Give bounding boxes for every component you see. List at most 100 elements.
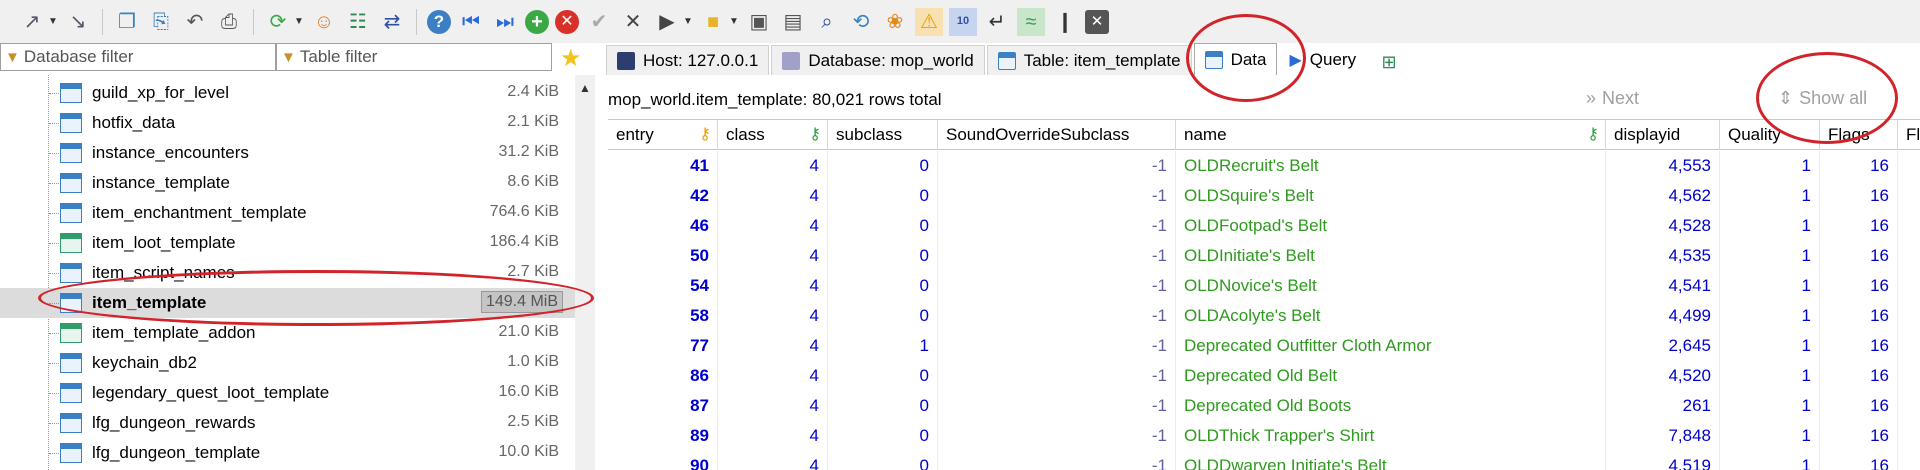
table-cell[interactable]: 4,528 [1606,211,1720,241]
table-cell[interactable]: 1 [1720,391,1820,421]
table-cell[interactable]: 0 [828,391,938,421]
table-cell[interactable]: 1 [1720,421,1820,451]
table-cell[interactable]: 89 [608,421,718,451]
table-cell[interactable]: 0 [828,271,938,301]
table-cell[interactable]: 4 [718,451,828,470]
tree-item[interactable]: item_script_names 2.7 KiB [0,258,575,288]
database-filter-input[interactable]: ▼ Database filter [0,43,276,71]
table-cell[interactable]: -1 [938,301,1176,331]
table-cell[interactable]: 0 [828,241,938,271]
table-cell[interactable]: -1 [938,241,1176,271]
table-row[interactable]: 90 4 0 -1 OLDDwarven Initiate's Belt 4,519 1 16 [608,451,1920,470]
next-button[interactable]: » Next [1586,88,1639,109]
table-cell[interactable]: 4 [718,271,828,301]
column-header[interactable]: subclass [828,120,938,150]
favorites-star-icon[interactable]: ★ [560,44,582,73]
tree-item[interactable]: item_template 149.4 MiB [0,288,575,318]
paste-icon[interactable]: ⎘ [147,8,175,36]
table-cell[interactable]: OLDRecruit's Belt [1176,151,1606,181]
new-query-tab-icon[interactable]: ⊞ [1376,49,1402,75]
table-cell[interactable]: 1 [828,331,938,361]
table-cell[interactable]: 16 [1820,361,1898,391]
table-cell[interactable]: -1 [938,331,1176,361]
table-cell[interactable]: -1 [938,361,1176,391]
table-cell[interactable]: Deprecated Outfitter Cloth Armor [1176,331,1606,361]
tree-item[interactable]: hotfix_data 2.1 KiB [0,108,575,138]
chevron-down-icon[interactable]: ▼ [683,8,693,36]
table-cell[interactable]: OLDFootpad's Belt [1176,211,1606,241]
table-cell[interactable]: 4 [718,391,828,421]
tree-item[interactable]: item_loot_template 186.4 KiB [0,228,575,258]
table-cell[interactable]: 16 [1820,451,1898,470]
table-cell[interactable]: -1 [938,451,1176,470]
table-cell[interactable]: 86 [608,361,718,391]
table-cell[interactable]: 16 [1820,241,1898,271]
tree-scrollbar[interactable]: ▲ [575,75,595,470]
scroll-up-icon[interactable]: ▲ [579,81,591,95]
tree-item[interactable]: legendary_quest_loot_template 16.0 KiB [0,378,575,408]
table-cell[interactable]: 0 [828,451,938,470]
table-cell[interactable]: 2,645 [1606,331,1720,361]
table-row[interactable]: 50 4 0 -1 OLDInitiate's Belt 4,535 1 16 [608,241,1920,271]
disconnect-icon[interactable]: ↘ [64,8,92,36]
user-manager-icon[interactable]: ☺ [310,8,338,36]
table-cell[interactable]: -1 [938,151,1176,181]
table-row[interactable]: 41 4 0 -1 OLDRecruit's Belt 4,553 1 16 [608,151,1920,181]
table-cell[interactable]: 16 [1820,391,1898,421]
table-cell[interactable]: 1 [1720,181,1820,211]
table-row[interactable]: 87 4 0 -1 Deprecated Old Boots 261 1 16 [608,391,1920,421]
table-cell[interactable]: 4 [718,211,828,241]
table-cell[interactable]: Deprecated Old Boots [1176,391,1606,421]
tab-table[interactable]: Table: item_template [986,45,1192,75]
clear-icon[interactable]: ❀ [881,8,909,36]
tab-data[interactable]: Data [1193,43,1278,75]
table-cell[interactable]: 41 [608,151,718,181]
tree-item[interactable]: item_enchantment_template 764.6 KiB [0,198,575,228]
table-cell[interactable]: 1 [1720,271,1820,301]
wrap-icon[interactable]: ↵ [983,8,1011,36]
delete-icon[interactable]: ✕ [555,9,579,34]
table-cell[interactable]: 0 [828,181,938,211]
table-cell[interactable]: OLDDwarven Initiate's Belt [1176,451,1606,470]
print-icon[interactable]: ⎙ [215,8,243,36]
save-icon[interactable]: ▣ [745,8,773,36]
tab-query[interactable]: ▶ Query [1279,45,1366,75]
table-cell[interactable]: 4,520 [1606,361,1720,391]
tab-host[interactable]: Host: 127.0.0.1 [606,45,770,75]
table-cell[interactable]: 4 [718,421,828,451]
cancel-icon[interactable]: ✕ [619,8,647,36]
column-header[interactable]: Flags [1820,120,1898,150]
column-header[interactable]: displayid [1606,120,1720,150]
table-cell[interactable]: 0 [828,211,938,241]
table-filter-input[interactable]: ▼ Table filter [276,43,552,71]
table-cell[interactable]: -1 [938,391,1176,421]
table-cell[interactable]: 0 [828,361,938,391]
column-header[interactable]: Fla [1898,120,1920,150]
table-cell[interactable]: 4 [718,181,828,211]
table-cell[interactable]: 4,562 [1606,181,1720,211]
table-cell[interactable]: OLDSquire's Belt [1176,181,1606,211]
first-icon[interactable]: ⏮ [457,8,485,36]
table-cell[interactable]: 4,553 [1606,151,1720,181]
table-cell[interactable]: -1 [938,271,1176,301]
table-cell[interactable]: 4 [718,301,828,331]
table-cell[interactable]: 1 [1720,301,1820,331]
table-cell[interactable]: 58 [608,301,718,331]
table-cell[interactable]: 16 [1820,151,1898,181]
column-header[interactable]: class ⚷ [718,120,828,150]
copy-icon[interactable]: ❐ [113,8,141,36]
table-cell[interactable]: 46 [608,211,718,241]
table-row[interactable]: 89 4 0 -1 OLDThick Trapper's Shirt 7,848 1 16 [608,421,1920,451]
stop-icon[interactable]: ✕ [1085,9,1109,34]
table-row[interactable]: 86 4 0 -1 Deprecated Old Belt 4,520 1 16 [608,361,1920,391]
column-header[interactable]: Quality [1720,120,1820,150]
table-cell[interactable]: 1 [1720,241,1820,271]
table-cell[interactable]: -1 [938,181,1176,211]
chevron-down-icon[interactable]: ▼ [48,8,58,36]
table-cell[interactable]: 1 [1720,451,1820,470]
table-cell[interactable]: 50 [608,241,718,271]
tree-item[interactable]: keychain_db2 1.0 KiB [0,348,575,378]
refresh-icon[interactable]: ⟳ [264,8,292,36]
table-cell[interactable]: 16 [1820,331,1898,361]
table-cell[interactable]: 4,541 [1606,271,1720,301]
